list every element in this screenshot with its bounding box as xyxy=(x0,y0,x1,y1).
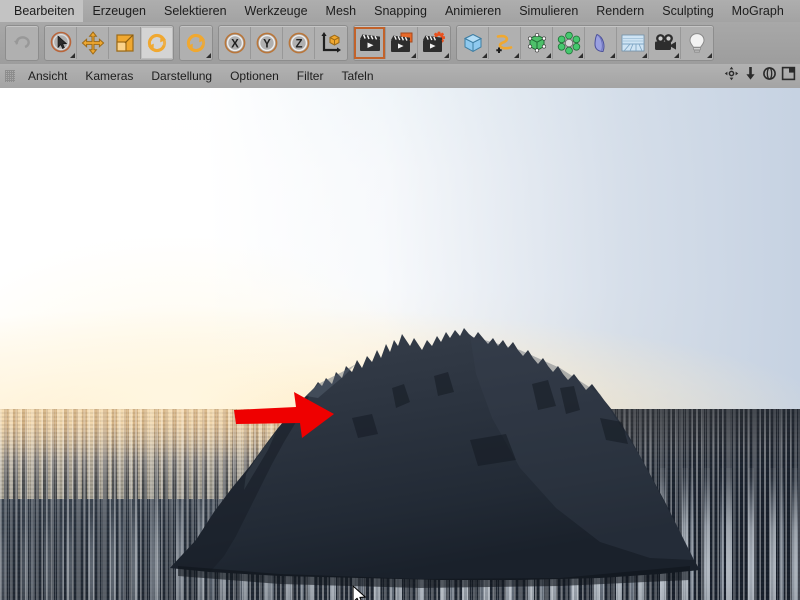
menu-mograph[interactable]: MoGraph xyxy=(723,0,793,22)
submenu-corner-icon xyxy=(206,53,211,58)
main-toolbar: X Y Z xyxy=(0,22,800,65)
toolbar-group-rotate-extra xyxy=(179,25,213,61)
menu-erzeugen[interactable]: Erzeugen xyxy=(83,0,155,22)
viewport-menubar: Ansicht Kameras Darstellung Optionen Fil… xyxy=(0,64,800,89)
submenu-corner-icon xyxy=(444,53,449,58)
main-menubar: Bearbeiten Erzeugen Selektieren Werkzeug… xyxy=(0,0,800,23)
spline-button[interactable] xyxy=(489,27,521,59)
submenu-corner-icon xyxy=(514,53,519,58)
primitive-cube-button[interactable] xyxy=(457,27,489,59)
spline-icon xyxy=(493,31,517,55)
rotate-band-icon xyxy=(184,31,208,55)
submenu-corner-icon xyxy=(610,53,615,58)
terrain-island xyxy=(170,328,700,588)
submenu-corner-icon xyxy=(411,53,416,58)
axis-lock-x-button[interactable]: X xyxy=(219,27,251,59)
coordinate-system-button[interactable] xyxy=(315,27,347,59)
undo-button[interactable] xyxy=(6,27,38,59)
viewport-menu-ansicht[interactable]: Ansicht xyxy=(19,64,76,88)
menu-charakter[interactable]: Charakter xyxy=(793,0,800,22)
nurbs-generator-icon xyxy=(525,31,549,55)
svg-text:Z: Z xyxy=(295,38,302,50)
axis-y-icon: Y xyxy=(255,31,279,55)
render-view-icon xyxy=(357,31,383,55)
viewport-menu-darstellung[interactable]: Darstellung xyxy=(142,64,221,88)
menu-animieren[interactable]: Animieren xyxy=(436,0,510,22)
svg-text:Y: Y xyxy=(263,38,271,50)
axis-lock-z-button[interactable]: Z xyxy=(283,27,315,59)
rotate-tool-button[interactable] xyxy=(141,27,173,59)
environment-floor-icon xyxy=(620,31,646,55)
toolbar-group-render xyxy=(353,25,451,61)
move-icon xyxy=(80,30,106,56)
render-picture-viewer-icon xyxy=(389,31,415,55)
svg-text:X: X xyxy=(231,38,239,50)
pan-view-button[interactable] xyxy=(723,66,739,86)
menu-bearbeiten[interactable]: Bearbeiten xyxy=(0,0,84,22)
render-view-button[interactable] xyxy=(354,27,386,59)
menu-selektieren[interactable]: Selektieren xyxy=(155,0,236,22)
menu-simulieren[interactable]: Simulieren xyxy=(510,0,587,22)
axis-x-icon: X xyxy=(223,31,247,55)
rotate-view-button[interactable] xyxy=(761,66,777,86)
deformer-button[interactable] xyxy=(585,27,617,59)
scale-tool-button[interactable] xyxy=(109,27,141,59)
viewport-menu-kameras[interactable]: Kameras xyxy=(76,64,142,88)
perspective-viewport[interactable] xyxy=(0,88,800,600)
submenu-corner-icon xyxy=(707,53,712,58)
camera-icon xyxy=(652,31,678,55)
menu-werkzeuge[interactable]: Werkzeuge xyxy=(236,0,317,22)
render-picture-viewer-button[interactable] xyxy=(386,27,418,59)
pan-view-icon xyxy=(724,66,739,86)
submenu-corner-icon xyxy=(546,53,551,58)
submenu-corner-icon xyxy=(642,53,647,58)
cube-primitive-icon xyxy=(461,31,485,55)
light-icon xyxy=(685,31,709,55)
dolly-view-button[interactable] xyxy=(742,66,758,86)
undo-icon xyxy=(11,32,33,54)
live-selection-button[interactable] xyxy=(45,27,77,59)
rotate-view-icon xyxy=(762,66,777,86)
cinema4d-window: Bearbeiten Erzeugen Selektieren Werkzeug… xyxy=(0,0,800,600)
submenu-corner-icon xyxy=(578,53,583,58)
move-tool-button[interactable] xyxy=(77,27,109,59)
world-object-coordinates-icon xyxy=(318,30,344,56)
toolbar-group-history xyxy=(5,25,39,61)
environment-button[interactable] xyxy=(617,27,649,59)
viewport-layout-button[interactable] xyxy=(780,66,796,86)
light-button[interactable] xyxy=(681,27,713,59)
drag-grip-icon[interactable] xyxy=(5,70,15,82)
rotate-band-button[interactable] xyxy=(180,27,212,59)
annotation-arrow xyxy=(234,392,334,438)
rendered-scene xyxy=(0,88,800,600)
render-settings-button[interactable] xyxy=(418,27,450,59)
camera-button[interactable] xyxy=(649,27,681,59)
viewport-layout-icon xyxy=(781,66,796,86)
deformer-icon xyxy=(589,31,613,55)
mograph-button[interactable] xyxy=(553,27,585,59)
toolbar-group-create xyxy=(456,25,714,61)
axis-z-icon: Z xyxy=(287,31,311,55)
toolbar-group-axis-locks: X Y Z xyxy=(218,25,348,61)
submenu-corner-icon xyxy=(482,53,487,58)
axis-lock-y-button[interactable]: Y xyxy=(251,27,283,59)
viewport-menu-optionen[interactable]: Optionen xyxy=(221,64,288,88)
scale-icon xyxy=(113,31,137,55)
toolbar-group-transform xyxy=(44,25,174,61)
menu-sculpting[interactable]: Sculpting xyxy=(653,0,722,22)
submenu-corner-icon xyxy=(674,53,679,58)
submenu-corner-icon xyxy=(70,53,75,58)
viewport-menu-filter[interactable]: Filter xyxy=(288,64,333,88)
rotate-icon xyxy=(145,31,169,55)
viewport-menu-tafeln[interactable]: Tafeln xyxy=(332,64,382,88)
nurbs-generator-button[interactable] xyxy=(521,27,553,59)
render-settings-icon xyxy=(421,31,447,55)
menu-snapping[interactable]: Snapping xyxy=(365,0,436,22)
mouse-cursor xyxy=(352,585,366,600)
mograph-icon xyxy=(557,31,581,55)
viewport-navigation-tools xyxy=(723,66,800,86)
menu-mesh[interactable]: Mesh xyxy=(317,0,366,22)
menu-rendern[interactable]: Rendern xyxy=(587,0,653,22)
dolly-view-icon xyxy=(743,66,758,86)
